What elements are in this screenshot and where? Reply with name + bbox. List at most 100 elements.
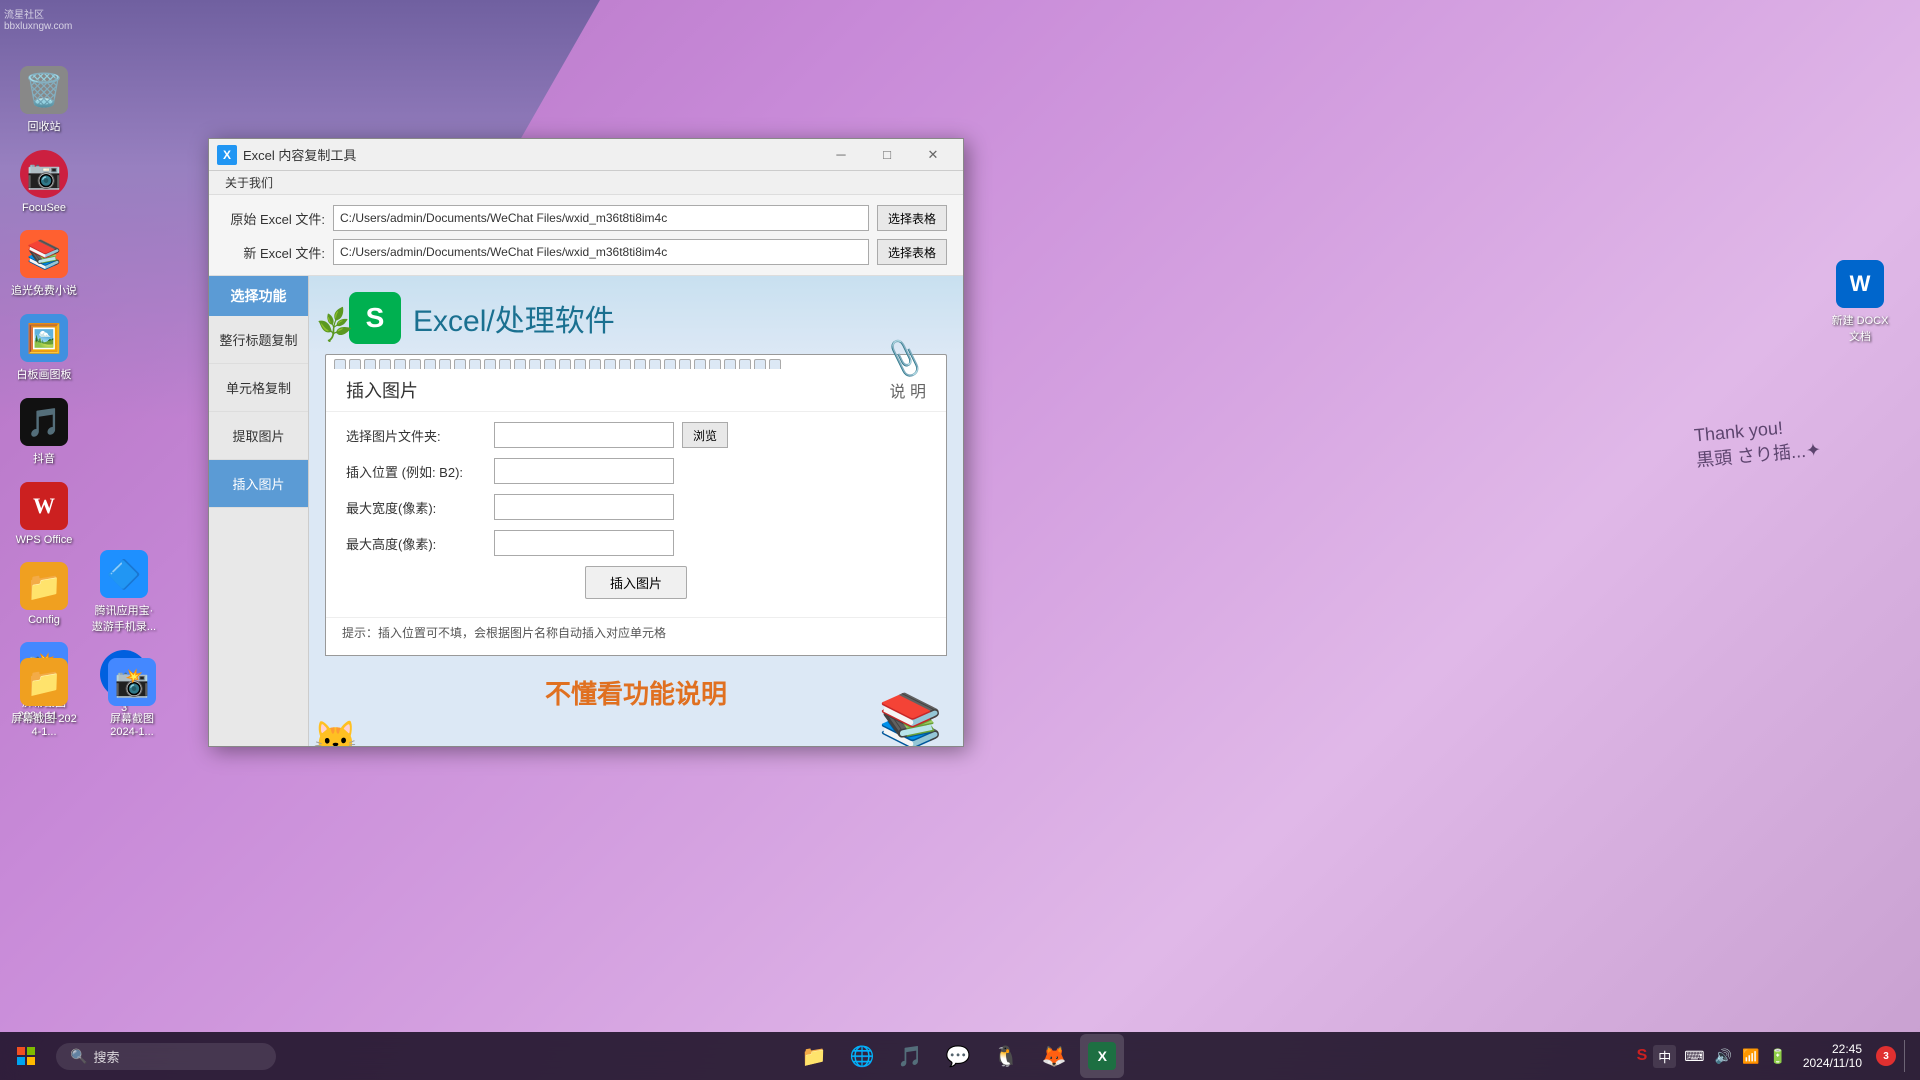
file-section: 原始 Excel 文件: C:/Users/admin/Documents/We… [209,195,963,276]
excel-taskbar-icon: X [1088,1042,1116,1070]
max-width-label: 最大宽度(像素): [346,498,486,517]
desktop-icons-bottom-left: 📁 屏幕截图 2024-1... 📸 屏幕截图2024-1... [0,648,176,748]
max-height-input[interactable] [494,530,674,556]
app-icon: X [217,145,237,165]
new-file-path: C:/Users/admin/Documents/WeChat Files/wx… [333,239,869,265]
notification-badge[interactable]: 3 [1876,1046,1896,1066]
taskbar-app-browser2[interactable]: 🦊 [1032,1034,1076,1078]
desktop-icon-tencent[interactable]: 🔷 腾讯应用宝·遨游手机录... [84,544,164,640]
bottom-text: 不懂看功能说明 [329,674,943,711]
bottom-area: 不懂看功能说明 📚 🐱 [309,664,963,721]
taskbar-search-icon: 🔍 [70,1048,87,1065]
desktop-icon-board[interactable]: 🖼️ 白板画图板 [4,308,84,388]
folder-input[interactable] [494,422,674,448]
desktop-icon-config[interactable]: 📁 Config [4,556,84,632]
sidebar-item-extract-image[interactable]: 提取图片 [209,412,308,460]
notebook-panel-wrapper: 📎 [325,354,947,656]
sidebar-item-insert-image[interactable]: 插入图片 [209,460,308,508]
banner-icon-s: S [349,292,401,344]
screenshot2-label: 屏幕截图2024-1... [110,710,154,738]
sidebar-item-copy-cell[interactable]: 单元格复制 [209,364,308,412]
panel-help: 说 明 [890,378,926,402]
taskbar-right: S 中 ⌨ 🔊 📶 🔋 22:45 2024/11/10 3 [1637,1040,1920,1072]
desktop-icon-docx[interactable]: W 新建 DOCX文档 [1820,260,1900,344]
maximize-button[interactable]: □ [864,139,910,171]
sidebar-header: 选择功能 [209,276,308,316]
tray-icon-2[interactable]: 🔊 [1713,1048,1734,1065]
desktop-icon-screenshot2[interactable]: 📸 屏幕截图2024-1... [92,652,172,744]
menu-about[interactable]: 关于我们 [217,172,281,193]
desktop-icon-focussee[interactable]: 📷 FocuSee [4,144,84,220]
sidebar: 选择功能 整行标题复制 单元格复制 提取图片 插入图片 [209,276,309,746]
content-panel: 🌿 S Excel/处理软件 📎 [309,276,963,746]
clock-date: 2024/11/10 [1803,1056,1862,1070]
tencent-icon: 🔷 [100,550,148,598]
taskbar-search-label: 搜索 [93,1047,119,1066]
desktop-icon-wps[interactable]: W WPS Office [4,476,84,552]
folder-label: 选择图片文件夹: [346,426,486,445]
banner-title: Excel/处理软件 [413,296,615,340]
desktop-icon-folder3[interactable]: 📁 屏幕截图 2024-1... [4,652,84,744]
cat-decoration: 🐱 [313,719,358,746]
notebook-teeth [325,354,947,369]
board-label: 白板画图板 [17,366,72,382]
tencent-label: 腾讯应用宝·遨游手机录... [92,602,156,634]
taskbar-app-explorer[interactable]: 📁 [792,1034,836,1078]
original-file-row: 原始 Excel 文件: C:/Users/admin/Documents/We… [225,205,947,231]
douyin-icon: 🎵 [20,398,68,446]
max-width-input[interactable] [494,494,674,520]
new-select-sheet-button[interactable]: 选择表格 [877,239,947,265]
taskbar-clock: 22:45 2024/11/10 [1795,1042,1870,1070]
config-label: Config [28,614,60,626]
tray-icon-3[interactable]: 📶 [1740,1048,1761,1065]
battery-icon[interactable]: 🔋 [1767,1048,1788,1065]
taskbar-app-tiktok[interactable]: 🎵 [888,1034,932,1078]
close-button[interactable]: ✕ [910,139,956,171]
desktop-icon-douyin[interactable]: 🎵 抖音 [4,392,84,472]
desktop-icon-recycle-bin[interactable]: 🗑️ 回收站 [4,60,84,140]
panel-header-row: 插入图片 说 明 [326,369,946,412]
position-input[interactable] [494,458,674,484]
minimize-button[interactable]: ─ [818,139,864,171]
desktop-icon-novel[interactable]: 📚 追光免费小说 [4,224,84,304]
taskbar-app-qq[interactable]: 🐧 [984,1034,1028,1078]
max-height-row: 最大高度(像素): [346,530,926,556]
show-desktop-button[interactable] [1904,1040,1910,1072]
original-select-sheet-button[interactable]: 选择表格 [877,205,947,231]
max-width-row: 最大宽度(像素): [346,494,926,520]
title-bar[interactable]: X Excel 内容复制工具 ─ □ ✕ [209,139,963,171]
novel-label: 追光免费小说 [11,282,77,298]
folder3-icon: 📁 [20,658,68,706]
position-label: 插入位置 (例如: B2): [346,462,486,481]
original-file-label: 原始 Excel 文件: [225,209,325,228]
input-method-indicator[interactable]: 中 [1653,1045,1676,1068]
tray-icon-1[interactable]: ⌨ [1682,1048,1706,1065]
max-height-label: 最大高度(像素): [346,534,486,553]
form-area: 选择图片文件夹: 浏览 插入位置 (例如: B2): 最大宽度(像素): [326,412,946,617]
docx-label: 新建 DOCX文档 [1832,312,1889,344]
focussee-label: FocuSee [22,202,66,214]
wps-label: WPS Office [16,534,73,546]
docx-icon: W [1836,260,1884,308]
desktop-icons-right: W 新建 DOCX文档 [1820,260,1900,344]
books-decoration: 📚 [878,690,943,746]
window-title: Excel 内容复制工具 [243,145,819,164]
folder-row: 选择图片文件夹: 浏览 [346,422,926,448]
wps-tray-icon[interactable]: S [1637,1047,1648,1065]
config-icon: 📁 [20,562,68,610]
taskbar-search-bar[interactable]: 🔍 搜索 [56,1043,276,1070]
taskbar-app-wechat[interactable]: 💬 [936,1034,980,1078]
banner-area: 🌿 S Excel/处理软件 [309,276,963,354]
douyin-label: 抖音 [33,450,55,466]
start-button[interactable] [4,1034,48,1078]
taskbar-app-excel[interactable]: X [1080,1034,1124,1078]
execute-row: 插入图片 [346,566,926,599]
insert-image-button[interactable]: 插入图片 [585,566,687,599]
sidebar-item-copy-row-header[interactable]: 整行标题复制 [209,316,308,364]
new-file-label: 新 Excel 文件: [225,243,325,262]
new-file-row: 新 Excel 文件: C:/Users/admin/Documents/WeC… [225,239,947,265]
folder3-label: 屏幕截图 2024-1... [10,710,78,738]
browse-button[interactable]: 浏览 [682,422,728,448]
taskbar-center: 📁 🌐 🎵 💬 🐧 🦊 X [280,1034,1637,1078]
taskbar-app-edge[interactable]: 🌐 [840,1034,884,1078]
